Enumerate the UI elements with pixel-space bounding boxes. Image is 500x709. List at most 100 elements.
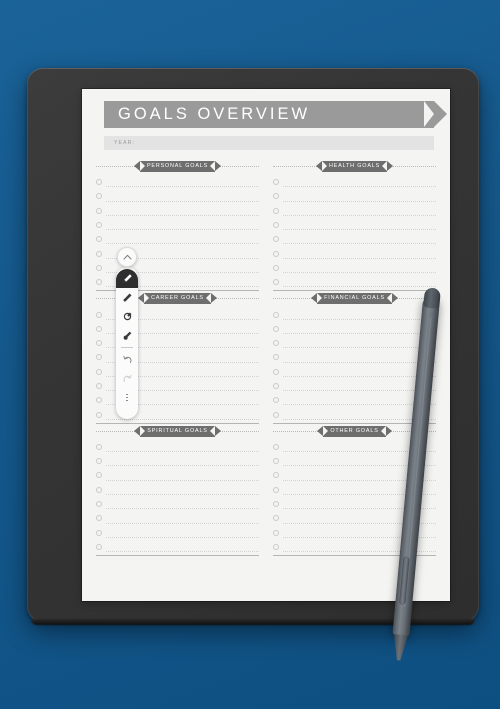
goal-write-line[interactable] bbox=[106, 508, 259, 510]
checkbox-circle-icon[interactable] bbox=[273, 458, 279, 465]
goal-write-line[interactable] bbox=[106, 418, 259, 420]
goal-row[interactable] bbox=[273, 379, 436, 393]
checkbox-circle-icon[interactable] bbox=[273, 264, 279, 271]
checkbox-circle-icon[interactable] bbox=[273, 250, 279, 257]
checkbox-circle-icon[interactable] bbox=[96, 354, 102, 361]
more-options[interactable] bbox=[116, 388, 138, 407]
goal-write-line[interactable] bbox=[106, 229, 259, 231]
checkbox-circle-icon[interactable] bbox=[96, 486, 102, 493]
goal-row[interactable] bbox=[96, 468, 259, 482]
goal-write-line[interactable] bbox=[106, 536, 259, 538]
checkbox-circle-icon[interactable] bbox=[96, 179, 102, 186]
redo-button[interactable] bbox=[116, 369, 138, 388]
checkbox-circle-icon[interactable] bbox=[273, 179, 279, 186]
goal-write-line[interactable] bbox=[106, 200, 259, 202]
goal-row[interactable] bbox=[273, 365, 436, 379]
goal-row[interactable] bbox=[273, 232, 436, 246]
eraser-tool[interactable] bbox=[116, 326, 138, 345]
goal-write-line[interactable] bbox=[106, 479, 259, 481]
goal-row[interactable] bbox=[273, 261, 436, 275]
checkbox-circle-icon[interactable] bbox=[96, 193, 102, 200]
checkbox-circle-icon[interactable] bbox=[96, 472, 102, 479]
toolbar-collapse-button[interactable] bbox=[117, 247, 137, 267]
checkbox-circle-icon[interactable] bbox=[273, 311, 279, 318]
year-field[interactable]: YEAR: bbox=[104, 136, 434, 150]
goal-write-line[interactable] bbox=[106, 465, 259, 467]
goal-write-line[interactable] bbox=[106, 493, 259, 495]
goal-write-line[interactable] bbox=[283, 200, 436, 202]
checkbox-circle-icon[interactable] bbox=[96, 250, 102, 257]
goal-row[interactable] bbox=[96, 540, 259, 554]
goal-write-line[interactable] bbox=[283, 257, 436, 259]
goal-row[interactable] bbox=[96, 440, 259, 454]
goal-write-line[interactable] bbox=[106, 451, 259, 453]
pencil-tool[interactable] bbox=[116, 307, 138, 326]
checkbox-circle-icon[interactable] bbox=[96, 443, 102, 450]
checkbox-circle-icon[interactable] bbox=[273, 472, 279, 479]
goal-row[interactable] bbox=[96, 175, 259, 189]
goal-row[interactable] bbox=[96, 204, 259, 218]
pen-tool[interactable] bbox=[116, 269, 138, 288]
checkbox-circle-icon[interactable] bbox=[96, 411, 102, 418]
goal-write-line[interactable] bbox=[106, 243, 259, 245]
goal-row[interactable] bbox=[96, 454, 259, 468]
goal-write-line[interactable] bbox=[283, 243, 436, 245]
goal-row[interactable] bbox=[96, 526, 259, 540]
checkbox-circle-icon[interactable] bbox=[273, 486, 279, 493]
goal-row[interactable] bbox=[96, 497, 259, 511]
drawing-toolbar[interactable] bbox=[116, 267, 138, 419]
goal-write-line[interactable] bbox=[283, 390, 436, 392]
checkbox-circle-icon[interactable] bbox=[96, 222, 102, 229]
checkbox-circle-icon[interactable] bbox=[96, 529, 102, 536]
goal-write-line[interactable] bbox=[283, 229, 436, 231]
checkbox-circle-icon[interactable] bbox=[273, 222, 279, 229]
checkbox-circle-icon[interactable] bbox=[273, 515, 279, 522]
goal-write-line[interactable] bbox=[283, 375, 436, 377]
checkbox-circle-icon[interactable] bbox=[273, 529, 279, 536]
checkbox-circle-icon[interactable] bbox=[273, 236, 279, 243]
goal-row[interactable] bbox=[273, 336, 436, 350]
checkbox-circle-icon[interactable] bbox=[273, 340, 279, 347]
goal-write-line[interactable] bbox=[283, 318, 436, 320]
undo-button[interactable] bbox=[116, 350, 138, 369]
goal-row[interactable] bbox=[96, 483, 259, 497]
goal-write-line[interactable] bbox=[283, 186, 436, 188]
goal-row[interactable] bbox=[273, 393, 436, 407]
checkbox-circle-icon[interactable] bbox=[273, 443, 279, 450]
checkbox-circle-icon[interactable] bbox=[273, 325, 279, 332]
checkbox-circle-icon[interactable] bbox=[96, 279, 102, 286]
checkbox-circle-icon[interactable] bbox=[96, 383, 102, 389]
checkbox-circle-icon[interactable] bbox=[273, 193, 279, 200]
marker-tool[interactable] bbox=[116, 288, 138, 307]
checkbox-circle-icon[interactable] bbox=[273, 207, 279, 214]
goal-write-line[interactable] bbox=[106, 522, 259, 524]
checkbox-circle-icon[interactable] bbox=[273, 368, 279, 375]
checkbox-circle-icon[interactable] bbox=[96, 397, 102, 404]
goal-row[interactable] bbox=[273, 218, 436, 232]
goal-write-line[interactable] bbox=[106, 214, 259, 216]
checkbox-circle-icon[interactable] bbox=[96, 501, 102, 508]
checkbox-circle-icon[interactable] bbox=[96, 325, 102, 332]
goal-write-line[interactable] bbox=[283, 332, 436, 334]
goal-write-line[interactable] bbox=[283, 286, 436, 288]
checkbox-circle-icon[interactable] bbox=[273, 543, 279, 550]
checkbox-circle-icon[interactable] bbox=[273, 501, 279, 508]
goal-row[interactable] bbox=[273, 322, 436, 336]
checkbox-circle-icon[interactable] bbox=[273, 397, 279, 404]
checkbox-circle-icon[interactable] bbox=[96, 515, 102, 522]
goal-write-line[interactable] bbox=[106, 186, 259, 188]
goal-row[interactable] bbox=[273, 246, 436, 260]
checkbox-circle-icon[interactable] bbox=[96, 340, 102, 347]
checkbox-circle-icon[interactable] bbox=[96, 543, 102, 550]
goal-row[interactable] bbox=[273, 189, 436, 203]
checkbox-circle-icon[interactable] bbox=[273, 383, 279, 389]
goal-row[interactable] bbox=[273, 204, 436, 218]
goal-row[interactable] bbox=[273, 350, 436, 364]
goal-row[interactable] bbox=[96, 232, 259, 246]
goal-row[interactable] bbox=[96, 218, 259, 232]
checkbox-circle-icon[interactable] bbox=[96, 207, 102, 214]
checkbox-circle-icon[interactable] bbox=[273, 354, 279, 361]
checkbox-circle-icon[interactable] bbox=[96, 264, 102, 271]
goal-write-line[interactable] bbox=[283, 214, 436, 216]
checkbox-circle-icon[interactable] bbox=[96, 236, 102, 243]
